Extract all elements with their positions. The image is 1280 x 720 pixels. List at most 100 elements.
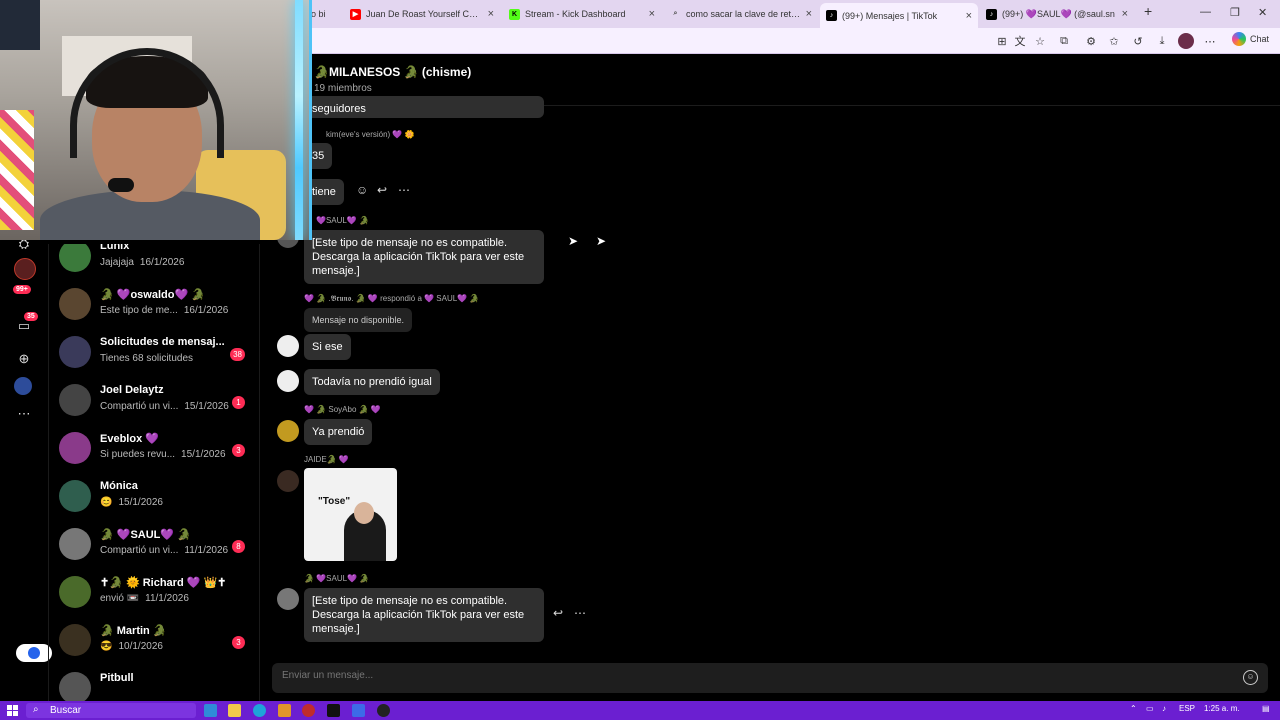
conversation-item[interactable]: Solicitudes de mensaj... Tienes 68 solici…	[59, 336, 255, 384]
conversation-item[interactable]: 🐊 💜SAUL💜 🐊 Compartió un vi... 11/1/2026 8	[59, 528, 255, 576]
browser-tab-search[interactable]: ⌕ como sacar la clave de retransmisión ×	[664, 3, 818, 25]
conversation-item[interactable]: 🐊 💜oswaldo💜 🐊 Este tipo de me... 16/1/2026	[59, 288, 255, 336]
unread-badge: 38	[230, 348, 245, 361]
browser-tab-tiktok-messages[interactable]: ♪ (99+) Mensajes | TikTok ×	[820, 3, 978, 28]
extension-tool-icon[interactable]: ⚙	[1083, 33, 1099, 49]
search-icon: ⌕	[33, 704, 39, 715]
avatar[interactable]	[277, 370, 299, 392]
history-icon[interactable]: ↺	[1130, 33, 1146, 49]
react-icon[interactable]: ☺	[356, 183, 368, 197]
message-input[interactable]	[282, 670, 1182, 681]
upload-icon[interactable]: ⊕	[14, 349, 34, 369]
close-tab-icon[interactable]: ×	[488, 8, 494, 20]
conversation-item[interactable]: Joel Delaytz Compartió un vi... 15/1/2026 1	[59, 384, 255, 432]
notification-icon[interactable]: ▤	[1262, 704, 1270, 713]
conversation-name: 🐊 💜oswaldo💜 🐊	[100, 289, 205, 301]
more-options-icon[interactable]: ⋯	[398, 183, 410, 197]
taskbar-app-icon[interactable]	[377, 704, 390, 717]
close-window-button[interactable]: ✕	[1258, 6, 1267, 19]
avatar[interactable]	[277, 335, 299, 357]
taskbar-app-icon[interactable]	[204, 704, 217, 717]
explore-globe-icon[interactable]	[14, 377, 32, 395]
avatar[interactable]	[277, 470, 299, 492]
tray-chevron-icon[interactable]: ⌃	[1130, 704, 1137, 713]
message-bubble[interactable]: Ya prendió	[304, 419, 373, 445]
webcam-background	[0, 110, 34, 230]
conversation-item[interactable]: Pitbull	[59, 672, 255, 701]
profile-avatar[interactable]	[1178, 33, 1194, 49]
left-rail: ⛭ 99+ ▭ 35 ⊕ ⋯	[0, 234, 52, 701]
reply-icon[interactable]: ↩	[377, 183, 387, 197]
close-tab-icon[interactable]: ×	[806, 8, 812, 20]
more-menu-icon[interactable]: ⋯	[1202, 33, 1218, 49]
avatar	[59, 432, 91, 464]
quoted-message[interactable]: Mensaje no disponible.	[304, 308, 413, 332]
close-tab-icon[interactable]: ×	[966, 10, 972, 22]
message-bubble[interactable]: Si ese	[304, 334, 351, 360]
conversation-item[interactable]: Eveblox 💜 Si puedes revu... 15/1/2026 3	[59, 432, 255, 480]
conversation-item[interactable]: 🐊 Martin 🐊 😎 10/1/2026 3	[59, 624, 255, 672]
avatar	[59, 244, 91, 272]
maximize-button[interactable]: ❐	[1230, 6, 1240, 19]
avatar[interactable]	[277, 420, 299, 442]
taskbar-app-icon[interactable]	[352, 704, 365, 717]
edge-icon[interactable]	[253, 704, 266, 717]
conversation-name: Solicitudes de mensaj...	[100, 336, 225, 348]
clock[interactable]: 1:25 a. m.	[1204, 704, 1240, 713]
conversation-name: Eveblox 💜	[100, 433, 159, 445]
sticker-face	[354, 502, 374, 524]
message-bubble[interactable]: [Este tipo de mensaje no es compatible. …	[304, 588, 544, 642]
conversation-date: 15/1/2026	[118, 497, 163, 508]
chat-title: 🐊MILANESOS 🐊 (chisme)	[314, 65, 472, 79]
sticker-image[interactable]: "Tose"	[304, 468, 397, 561]
taskbar-app-icon[interactable]	[278, 704, 291, 717]
obs-icon[interactable]	[302, 704, 315, 717]
close-tab-icon[interactable]: ×	[1122, 8, 1128, 20]
conversation-name: ✝🐊 🌞 Richard 💜 👑✝	[100, 577, 227, 589]
avatar	[59, 528, 91, 560]
taskbar-search[interactable]: ⌕ Buscar	[26, 703, 196, 718]
conversation-item[interactable]: Mónica 😊 15/1/2026	[59, 480, 255, 528]
download-icon[interactable]: ⤓	[1154, 33, 1170, 49]
message-bubble[interactable]: [Este tipo de mensaje no es compatible. …	[304, 230, 544, 284]
minimize-button[interactable]: —	[1200, 6, 1211, 18]
reply-icon[interactable]: ↩	[553, 606, 563, 620]
conversation-item[interactable]: ✝🐊 🌞 Richard 💜 👑✝ envió 📼 11/1/2026	[59, 576, 255, 624]
browser-tab-youtube[interactable]: ▶ Juan De Roast Yourself Challenge ×	[344, 3, 500, 25]
more-icon[interactable]: ⋯	[14, 404, 34, 424]
toggle-pill[interactable]	[16, 644, 52, 662]
translate-icon[interactable]: 文	[1012, 33, 1028, 49]
taskbar-app-icon[interactable]	[327, 704, 340, 717]
tiktok-icon: ♪	[826, 10, 837, 21]
close-tab-icon[interactable]: ×	[649, 8, 655, 20]
message-bubble[interactable]: Todavía no prendió igual	[304, 369, 440, 395]
windows-start-icon[interactable]	[7, 705, 18, 716]
browser-tab-tiktok-profile[interactable]: ♪ (99+) 💜SAUL💜 (@saul.sn ×	[980, 3, 1134, 25]
apps-icon[interactable]: ⊞	[994, 33, 1010, 49]
emoji-icon[interactable]: ☺	[1243, 670, 1258, 685]
more-options-icon[interactable]: ⋯	[574, 606, 586, 620]
conversation-item[interactable]: Lunix Jajajaja 16/1/2026	[59, 244, 255, 288]
conversation-date: 11/1/2026	[145, 593, 189, 604]
profile-avatar-icon[interactable]	[14, 258, 36, 280]
conversation-date: 11/1/2026	[184, 545, 229, 556]
message-bubble[interactable]: seguidores	[304, 96, 544, 118]
copilot-chat-button[interactable]: Chat	[1232, 32, 1269, 46]
conversation-date: 15/1/2026	[181, 449, 226, 460]
conversation-name: Joel Delaytz	[100, 384, 164, 396]
conversation-preview: Tienes 68 solicitudes	[100, 353, 199, 364]
avatar[interactable]	[277, 588, 299, 610]
network-icon[interactable]: ▭	[1146, 704, 1154, 713]
extensions-icon[interactable]: ⧉	[1056, 33, 1072, 49]
volume-icon[interactable]: ♪	[1162, 704, 1166, 713]
message-thread: seguidores kim(eve's versión) 💜 🌼 35 tie…	[260, 96, 1280, 656]
browser-tab-kick[interactable]: K Stream - Kick Dashboard ×	[503, 3, 661, 25]
conversation-date: 15/1/2026	[184, 401, 229, 412]
favorite-star-icon[interactable]: ☆	[1032, 33, 1048, 49]
file-explorer-icon[interactable]	[228, 704, 241, 717]
conversation-date: 10/1/2026	[118, 641, 163, 652]
language-indicator[interactable]: ESP	[1179, 704, 1195, 713]
new-tab-button[interactable]: +	[1144, 3, 1152, 19]
webcam-overlay	[0, 0, 312, 240]
favorites-icon[interactable]: ✩	[1106, 33, 1122, 49]
